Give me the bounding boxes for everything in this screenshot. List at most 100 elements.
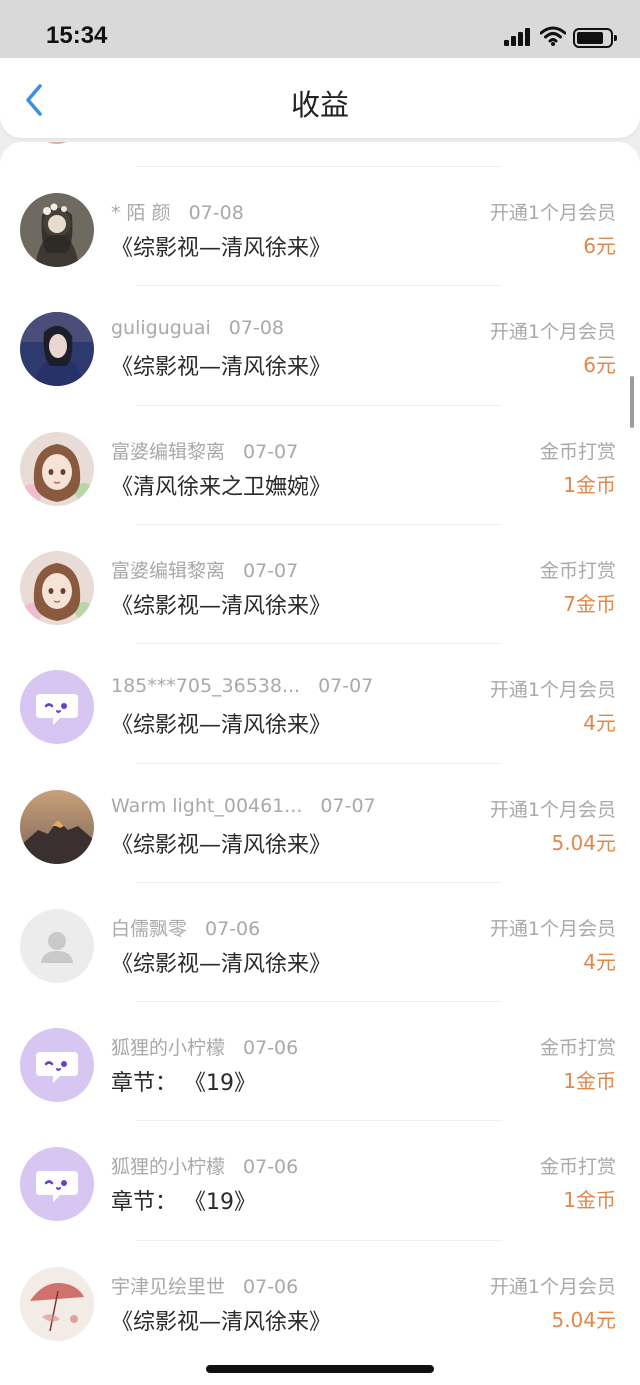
user-name-line: Warm light_00461... 07-07 bbox=[111, 795, 376, 817]
book-title: 《综影视—清风徐来》 bbox=[111, 1309, 332, 1335]
earning-type: 金币打赏 bbox=[539, 1156, 616, 1179]
avatar[interactable] bbox=[20, 789, 94, 864]
page-title: 收益 bbox=[290, 88, 349, 122]
divider bbox=[136, 881, 502, 883]
earnings-list[interactable]: * 陌 颜 07-08 《综影视—清风徐来》 开通1个月会员 6元 guliguguai 0… bbox=[0, 142, 640, 1385]
avatar[interactable] bbox=[20, 550, 94, 625]
earning-type: 开通1个月会员 bbox=[489, 917, 616, 940]
list-item[interactable]: 185***705_36538... 07-07 《综影视—清风徐来》 开通1个月会员… bbox=[0, 643, 640, 762]
earning-type: 金币打赏 bbox=[539, 559, 616, 582]
avatar[interactable] bbox=[20, 431, 94, 506]
user-name[interactable]: * 陌 颜 bbox=[111, 202, 171, 224]
earning-type: 开通1个月会员 bbox=[489, 321, 616, 344]
earning-amount: 4元 bbox=[583, 949, 616, 974]
user-name-line: 富婆编辑黎离 07-07 bbox=[111, 437, 298, 464]
list-item[interactable]: 富婆编辑黎离 07-07 《综影视—清风徐来》 金币打赏 7金币 bbox=[0, 523, 640, 643]
user-name-line: 白儒飘零 07-06 bbox=[111, 914, 260, 941]
earning-type: 金币打赏 bbox=[539, 440, 616, 463]
earning-type: 金币打赏 bbox=[539, 1037, 616, 1060]
avatar[interactable] bbox=[20, 670, 94, 745]
earning-amount: 6元 bbox=[583, 234, 616, 258]
earning-type: 开通1个月会员 bbox=[489, 798, 616, 821]
avatar[interactable] bbox=[20, 1147, 94, 1222]
list-item[interactable]: 宇津见绘里世 07-06 《综影视—清风徐来》 开通1个月会员 5.04元 bbox=[0, 1239, 640, 1359]
earning-amount: 7金币 bbox=[563, 591, 616, 616]
list-item[interactable]: * 陌 颜 07-08 《综影视—清风徐来》 开通1个月会员 6元 bbox=[0, 166, 640, 285]
user-name[interactable]: 狐狸的小柠檬 bbox=[111, 1156, 225, 1178]
user-name-line: * 陌 颜 07-08 bbox=[111, 198, 244, 225]
earning-amount: 1金币 bbox=[563, 472, 616, 497]
date: 07-06 bbox=[243, 1037, 299, 1060]
avatar[interactable] bbox=[20, 193, 94, 267]
list-item[interactable]: 狐狸的小柠檬 07-06 章节： 《19》 金币打赏 1金币 bbox=[0, 1120, 640, 1239]
user-name[interactable]: 富婆编辑黎离 bbox=[111, 560, 225, 582]
user-name-line: 富婆编辑黎离 07-07 bbox=[111, 556, 298, 583]
earning-type: 开通1个月会员 bbox=[489, 202, 616, 224]
earning-amount: 5.04元 bbox=[551, 830, 616, 855]
earning-type: 开通1个月会员 bbox=[489, 679, 616, 702]
divider bbox=[136, 1239, 502, 1241]
divider bbox=[136, 523, 502, 525]
earning-amount: 5.04元 bbox=[551, 1307, 616, 1332]
navigation-bar: 收益 bbox=[0, 58, 640, 138]
date: 07-08 bbox=[188, 202, 244, 224]
book-title: 《综影视—清风徐来》 bbox=[111, 593, 332, 619]
date: 07-07 bbox=[320, 794, 376, 817]
earning-amount: 6元 bbox=[583, 353, 616, 378]
divider bbox=[136, 1120, 502, 1122]
earning-amount: 1金币 bbox=[563, 1188, 616, 1213]
list-item[interactable]: 白儒飘零 07-06 《综影视—清风徐来》 开通1个月会员 4元 bbox=[0, 881, 640, 1001]
divider bbox=[136, 404, 502, 406]
scrollbar-thumb[interactable] bbox=[630, 376, 634, 428]
date: 07-06 bbox=[243, 1275, 299, 1298]
avatar[interactable] bbox=[20, 312, 94, 387]
list-item[interactable]: Warm light_00461... 07-07 《综影视—清风徐来》 开通1个月会… bbox=[0, 762, 640, 882]
book-title: 章节： 《19》 bbox=[111, 1071, 256, 1097]
user-name[interactable]: 富婆编辑黎离 bbox=[111, 441, 225, 463]
user-name[interactable]: 狐狸的小柠檬 bbox=[111, 1037, 225, 1059]
divider bbox=[136, 643, 502, 645]
home-indicator[interactable] bbox=[206, 1365, 434, 1373]
avatar bbox=[33, 142, 81, 144]
divider bbox=[136, 1001, 502, 1003]
list-item[interactable]: guliguguai 07-08 《综影视—清风徐来》 开通1个月会员 6元 bbox=[0, 285, 640, 404]
date: 07-07 bbox=[318, 675, 374, 698]
book-title: 《综影视—清风徐来》 bbox=[111, 951, 332, 977]
divider bbox=[136, 762, 502, 764]
wifi-icon bbox=[540, 26, 566, 46]
user-name[interactable]: 185***705_36538... bbox=[111, 675, 300, 697]
book-title: 《清风徐来之卫嫵婉》 bbox=[111, 474, 332, 500]
status-bar: 15:34 bbox=[0, 0, 640, 58]
avatar[interactable] bbox=[20, 1028, 94, 1103]
user-name-line: 狐狸的小柠檬 07-06 bbox=[111, 1033, 298, 1060]
user-name[interactable]: 白儒飘零 bbox=[111, 918, 187, 940]
divider bbox=[136, 285, 502, 287]
earning-amount: 1金币 bbox=[563, 1069, 616, 1094]
user-name-line: 185***705_36538... 07-07 bbox=[111, 675, 373, 697]
divider bbox=[136, 166, 502, 167]
user-name[interactable]: guliguguai bbox=[111, 317, 211, 339]
date: 07-06 bbox=[205, 917, 261, 940]
user-name-line: 宇津见绘里世 07-06 bbox=[111, 1272, 298, 1299]
user-name-line: 狐狸的小柠檬 07-06 bbox=[111, 1152, 298, 1179]
date: 07-06 bbox=[243, 1156, 299, 1179]
date: 07-08 bbox=[228, 317, 285, 340]
user-name[interactable]: Warm light_00461... bbox=[111, 795, 302, 817]
book-title: 《综影视—清风徐来》 bbox=[111, 832, 332, 858]
date: 07-07 bbox=[243, 559, 299, 582]
list-item[interactable]: 狐狸的小柠檬 07-06 章节： 《19》 金币打赏 1金币 bbox=[0, 1001, 640, 1120]
avatar[interactable] bbox=[20, 1266, 94, 1341]
earning-amount: 4元 bbox=[583, 711, 616, 736]
book-title: 《综影视—清风徐来》 bbox=[111, 713, 332, 739]
avatar[interactable] bbox=[20, 908, 94, 983]
status-time: 15:34 bbox=[46, 22, 108, 49]
cellular-signal-icon bbox=[504, 28, 532, 46]
book-title: 《综影视—清风徐来》 bbox=[111, 236, 332, 261]
user-name[interactable]: 宇津见绘里世 bbox=[111, 1276, 225, 1298]
battery-icon bbox=[573, 28, 617, 48]
user-name-line: guliguguai 07-08 bbox=[111, 317, 284, 339]
list-item[interactable]: 富婆编辑黎离 07-07 《清风徐来之卫嫵婉》 金币打赏 1金币 bbox=[0, 404, 640, 524]
book-title: 章节： 《19》 bbox=[111, 1190, 256, 1216]
date: 07-07 bbox=[243, 440, 299, 463]
book-title: 《综影视—清风徐来》 bbox=[111, 355, 332, 381]
